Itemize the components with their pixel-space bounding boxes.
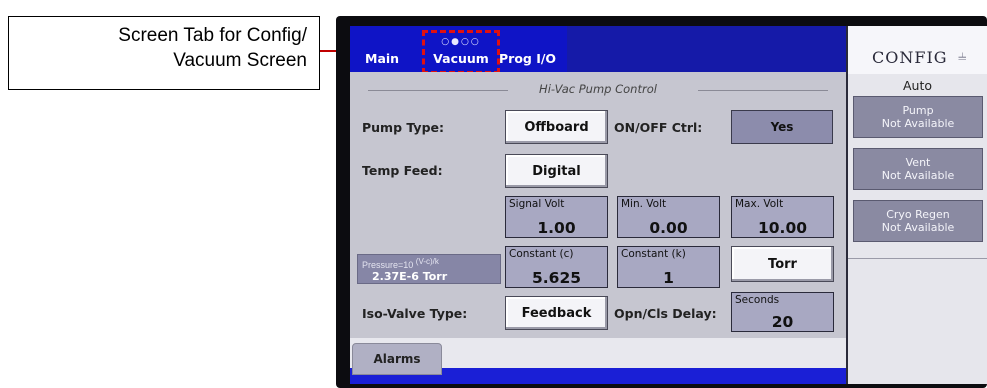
callout-line-2: Vacuum Screen bbox=[173, 50, 307, 71]
iso-valve-button[interactable]: Feedback bbox=[505, 296, 608, 330]
opn-cls-delay-label: Opn/Cls Delay: bbox=[614, 306, 717, 321]
config-divider bbox=[848, 258, 987, 259]
pressure-value: 2.37E-6 Torr bbox=[372, 270, 448, 283]
constant-k-value: 1 bbox=[663, 269, 674, 287]
min-volt-value: 0.00 bbox=[649, 219, 688, 237]
constant-c-caption: Constant (c) bbox=[509, 248, 574, 260]
delay-seconds-caption: Seconds bbox=[735, 294, 780, 306]
vent-config-button[interactable]: Vent Not Available bbox=[853, 148, 983, 190]
callout-line-1: Screen Tab for Config/ bbox=[118, 25, 307, 46]
config-mode: Auto bbox=[902, 78, 933, 93]
units-torr-button[interactable]: Torr bbox=[731, 246, 834, 282]
tab-main[interactable]: Main bbox=[355, 30, 415, 72]
vent-config-label: Vent bbox=[905, 156, 931, 169]
temp-feed-label: Temp Feed: bbox=[362, 163, 443, 178]
pressure-readout: Pressure=10 (V-c)/k 2.37E-6 Torr bbox=[357, 254, 501, 284]
onoff-ctrl-label: ON/OFF Ctrl: bbox=[614, 120, 703, 135]
onoff-ctrl-value[interactable]: Yes bbox=[731, 110, 833, 144]
constant-k-field[interactable]: Constant (k) 1 bbox=[617, 246, 720, 288]
vent-config-status: Not Available bbox=[881, 169, 955, 182]
pump-type-value: Offboard bbox=[524, 119, 589, 135]
cryo-regen-status: Not Available bbox=[881, 221, 955, 234]
cryo-regen-label: Cryo Regen bbox=[886, 208, 950, 221]
max-volt-caption: Max. Volt bbox=[735, 198, 784, 210]
tab-bar-fill bbox=[567, 26, 846, 72]
signal-volt-field[interactable]: Signal Volt 1.00 bbox=[505, 196, 608, 238]
chevron-down-icon[interactable]: ⫨ bbox=[958, 46, 966, 64]
alarms-tab[interactable]: Alarms bbox=[352, 343, 442, 375]
min-volt-field[interactable]: Min. Volt 0.00 bbox=[617, 196, 720, 238]
onoff-ctrl-text: Yes bbox=[770, 120, 794, 134]
pump-config-status: Not Available bbox=[881, 117, 955, 130]
annotation-callout: Screen Tab for Config/ Vacuum Screen bbox=[8, 16, 320, 90]
delay-seconds-value: 20 bbox=[771, 313, 794, 331]
temp-feed-value: Digital bbox=[532, 163, 581, 179]
pressure-exponent: (V-c)/k bbox=[415, 257, 439, 266]
delay-seconds-field[interactable]: Seconds 20 bbox=[731, 292, 834, 332]
temp-feed-button[interactable]: Digital bbox=[505, 154, 608, 188]
alarms-label: Alarms bbox=[373, 352, 421, 366]
pump-type-button[interactable]: Offboard bbox=[505, 110, 608, 144]
pump-config-button[interactable]: Pump Not Available bbox=[853, 96, 983, 138]
tab-main-label: Main bbox=[365, 51, 400, 66]
units-torr-label: Torr bbox=[768, 256, 797, 272]
constant-c-value: 5.625 bbox=[531, 269, 582, 287]
tab-prog-io-label: Prog I/O bbox=[499, 51, 557, 66]
pump-config-label: Pump bbox=[902, 104, 934, 117]
iso-valve-value: Feedback bbox=[521, 305, 592, 321]
signal-volt-value: 1.00 bbox=[537, 219, 576, 237]
constant-c-field[interactable]: Constant (c) 5.625 bbox=[505, 246, 608, 288]
tab-prog-io[interactable]: Prog I/O bbox=[497, 30, 567, 72]
pump-type-label: Pump Type: bbox=[362, 120, 445, 135]
max-volt-field[interactable]: Max. Volt 10.00 bbox=[731, 196, 834, 238]
constant-k-caption: Constant (k) bbox=[621, 248, 686, 260]
tab-highlight-box bbox=[422, 30, 500, 74]
signal-volt-caption: Signal Volt bbox=[509, 198, 565, 210]
max-volt-value: 10.00 bbox=[757, 219, 808, 237]
iso-valve-label: Iso-Valve Type: bbox=[362, 306, 468, 321]
pressure-formula: Pressure=10 (V-c)/k bbox=[362, 257, 439, 270]
config-title: CONFIG bbox=[872, 48, 948, 67]
panel-title: Hi-Vac Pump Control bbox=[539, 82, 657, 96]
min-volt-caption: Min. Volt bbox=[621, 198, 667, 210]
cryo-regen-button[interactable]: Cryo Regen Not Available bbox=[853, 200, 983, 242]
